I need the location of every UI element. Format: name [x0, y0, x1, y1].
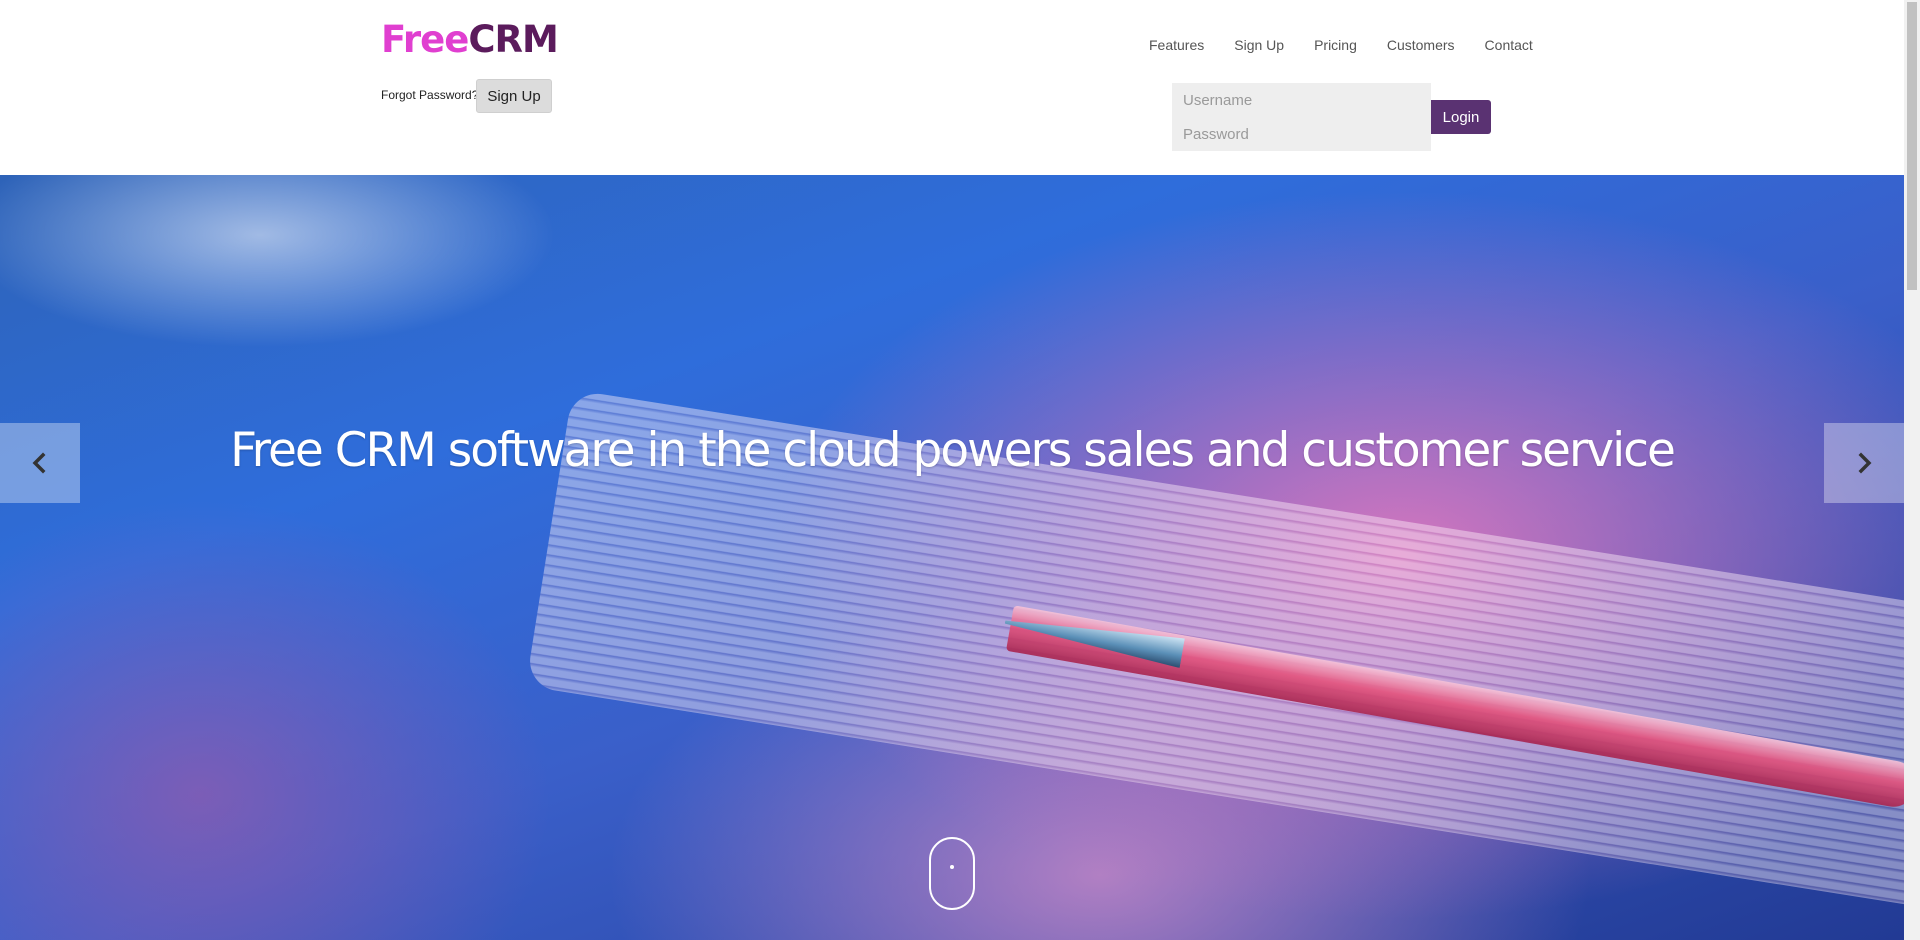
logo-crm-text: CRM — [468, 18, 558, 61]
forgot-password-link[interactable]: Forgot Password? — [381, 87, 478, 103]
nav-item-customers[interactable]: Customers — [1387, 35, 1455, 55]
nav-item-contact[interactable]: Contact — [1485, 35, 1533, 55]
carousel-next-button[interactable] — [1824, 423, 1904, 503]
hero-title: Free CRM software in the cloud powers sa… — [230, 423, 1676, 478]
scrollbar-thumb[interactable] — [1907, 2, 1917, 290]
carousel-prev-button[interactable] — [0, 423, 80, 503]
nav-item-pricing[interactable]: Pricing — [1314, 35, 1357, 55]
chevron-left-icon — [32, 452, 46, 474]
page-scrollbar[interactable] — [1904, 0, 1920, 940]
scroll-mouse-icon[interactable] — [929, 837, 975, 910]
username-input[interactable] — [1172, 83, 1431, 117]
chevron-right-icon — [1858, 452, 1872, 474]
password-input[interactable] — [1172, 117, 1431, 151]
main-nav: Features Sign Up Pricing Customers Conta… — [1149, 35, 1533, 55]
nav-item-features[interactable]: Features — [1149, 35, 1204, 55]
login-form — [1172, 83, 1431, 151]
site-header: FreeCRM Forgot Password? Sign Up Feature… — [0, 0, 1904, 175]
nav-item-signup[interactable]: Sign Up — [1234, 35, 1284, 55]
hero-carousel: Free CRM software in the cloud powers sa… — [0, 175, 1904, 940]
scroll-mouse-dot — [950, 865, 954, 869]
login-button[interactable]: Login — [1431, 100, 1491, 134]
header-signup-button[interactable]: Sign Up — [476, 79, 552, 113]
logo-free-text: Free — [381, 18, 469, 61]
freecrm-logo[interactable]: FreeCRM — [381, 18, 559, 62]
